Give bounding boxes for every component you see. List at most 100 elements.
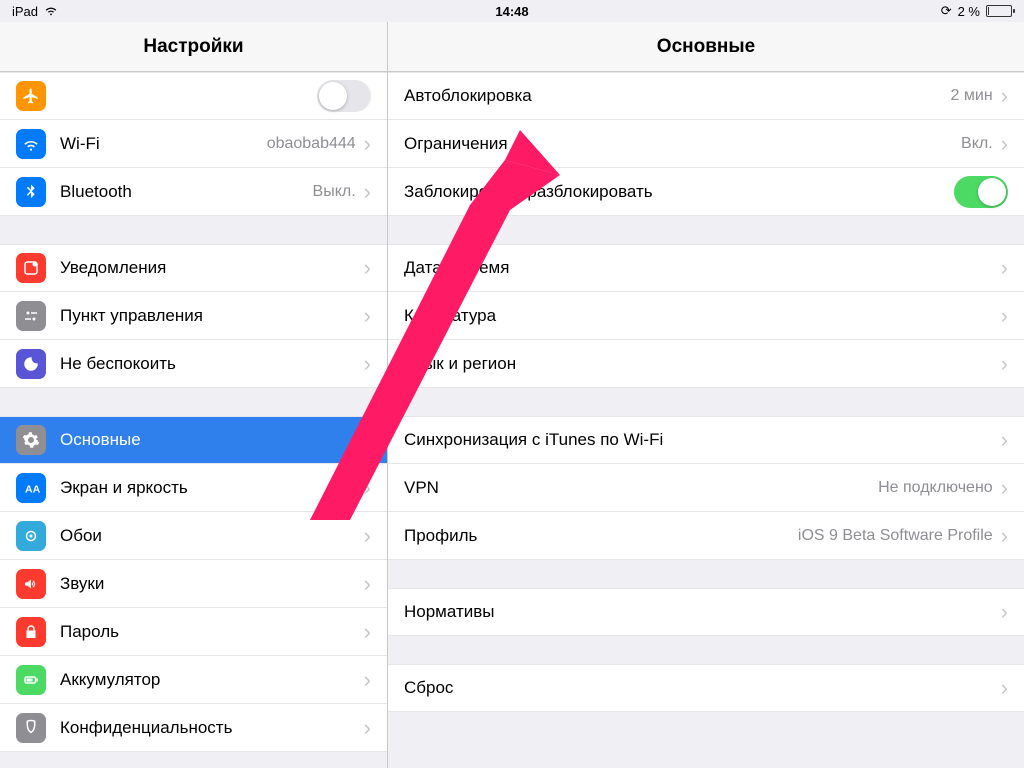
sidebar-item-label: Экран и яркость (60, 478, 364, 498)
sidebar-item-airplane[interactable] (0, 72, 387, 120)
notifications-icon (16, 253, 46, 283)
sidebar-item-bluetooth[interactable]: BluetoothВыкл. › (0, 168, 387, 216)
detail-item-label: Язык и регион (404, 354, 1001, 374)
sidebar-item-general[interactable]: Основные› (0, 416, 387, 464)
controlcenter-icon (16, 301, 46, 331)
detail-item-langregion[interactable]: Язык и регион› (388, 340, 1024, 388)
detail-item-label: VPN (404, 478, 878, 498)
detail-item-label: Автоблокировка (404, 86, 951, 106)
detail-item-label: Клавиатура (404, 306, 1001, 326)
detail-item-datetime[interactable]: Дата и время› (388, 244, 1024, 292)
orientation-lock-icon: ⟳ (941, 3, 952, 19)
detail-item-label: Ограничения (404, 134, 961, 154)
toggle-airplane[interactable] (317, 80, 371, 112)
detail-item-reset[interactable]: Сброс› (388, 664, 1024, 712)
detail-item-value: Вкл. (961, 135, 993, 153)
chevron-right-icon: › (364, 621, 371, 643)
wallpaper-icon (16, 521, 46, 551)
detail-item-autolock[interactable]: Автоблокировка2 мин › (388, 72, 1024, 120)
detail-item-label: Синхронизация с iTunes по Wi-Fi (404, 430, 1001, 450)
sidebar-title: Настройки (0, 22, 387, 72)
sidebar-item-label: Пункт управления (60, 306, 364, 326)
chevron-right-icon: › (364, 305, 371, 327)
toggle-lockunlock[interactable] (954, 176, 1008, 208)
sidebar-item-controlcenter[interactable]: Пункт управления› (0, 292, 387, 340)
chevron-right-icon: › (1001, 677, 1008, 699)
status-device-name: iPad (12, 4, 38, 19)
wifi-icon (16, 129, 46, 159)
chevron-right-icon: › (1001, 257, 1008, 279)
chevron-right-icon: › (364, 717, 371, 739)
sidebar-item-label: Основные (60, 430, 364, 450)
chevron-right-icon: › (364, 669, 371, 691)
chevron-right-icon: › (1001, 477, 1008, 499)
detail-item-lockunlock[interactable]: Заблокировать/разблокировать (388, 168, 1024, 216)
detail-list[interactable]: Автоблокировка2 мин › ОграниченияВкл. › Забл… (388, 72, 1024, 768)
detail-item-value: 2 мин (951, 87, 993, 105)
chevron-right-icon: › (364, 181, 371, 203)
sidebar-item-privacy[interactable]: Конфиденциальность› (0, 704, 387, 752)
svg-text:AA: AA (25, 483, 40, 495)
detail-item-restrictions[interactable]: ОграниченияВкл. › (388, 120, 1024, 168)
chevron-right-icon: › (1001, 133, 1008, 155)
chevron-right-icon: › (364, 133, 371, 155)
settings-sidebar: Настройки Wi-Fiobaobab444›BluetoothВыкл.… (0, 22, 388, 768)
sidebar-item-label: Обои (60, 526, 364, 546)
sidebar-item-display[interactable]: AAЭкран и яркость› (0, 464, 387, 512)
detail-pane: Основные Автоблокировка2 мин›Ограничения… (388, 22, 1024, 768)
sidebar-item-label: Аккумулятор (60, 670, 364, 690)
sidebar-item-label: Wi-Fi (60, 134, 267, 154)
sidebar-item-notifications[interactable]: Уведомления› (0, 244, 387, 292)
chevron-right-icon: › (1001, 353, 1008, 375)
battery-status-icon (986, 5, 1012, 17)
detail-item-profile[interactable]: ПрофильiOS 9 Beta Software Profile › (388, 512, 1024, 560)
chevron-right-icon: › (1001, 429, 1008, 451)
detail-item-label: Сброс (404, 678, 1001, 698)
sidebar-list[interactable]: Wi-Fiobaobab444›BluetoothВыкл.›Уведомлен… (0, 72, 387, 768)
detail-item-value: Не подключено (878, 479, 993, 497)
sidebar-item-label: Не беспокоить (60, 354, 364, 374)
detail-item-value: iOS 9 Beta Software Profile (798, 527, 993, 545)
sidebar-item-value: Выкл. (313, 183, 356, 201)
passcode-icon (16, 617, 46, 647)
detail-item-itunessync[interactable]: Синхронизация с iTunes по Wi-Fi› (388, 416, 1024, 464)
sidebar-item-sounds[interactable]: Звуки› (0, 560, 387, 608)
chevron-right-icon: › (364, 573, 371, 595)
battery-icon (16, 665, 46, 695)
gear-icon (16, 425, 46, 455)
detail-item-label: Заблокировать/разблокировать (404, 182, 954, 202)
dnd-icon (16, 349, 46, 379)
chevron-right-icon: › (1001, 525, 1008, 547)
chevron-right-icon: › (1001, 305, 1008, 327)
sidebar-item-value: obaobab444 (267, 135, 356, 153)
chevron-right-icon: › (364, 257, 371, 279)
sidebar-item-label: Уведомления (60, 258, 364, 278)
detail-item-keyboard[interactable]: Клавиатура› (388, 292, 1024, 340)
detail-item-regulatory[interactable]: Нормативы› (388, 588, 1024, 636)
battery-percent: 2 % (958, 4, 980, 19)
display-icon: AA (16, 473, 46, 503)
wifi-status-icon (44, 3, 58, 20)
chevron-right-icon: › (364, 525, 371, 547)
detail-item-label: Дата и время (404, 258, 1001, 278)
detail-title: Основные (388, 22, 1024, 72)
sidebar-item-wallpaper[interactable]: Обои› (0, 512, 387, 560)
detail-item-label: Профиль (404, 526, 798, 546)
sounds-icon (16, 569, 46, 599)
chevron-right-icon: › (364, 353, 371, 375)
chevron-right-icon: › (364, 429, 371, 451)
sidebar-item-battery[interactable]: Аккумулятор› (0, 656, 387, 704)
detail-item-label: Нормативы (404, 602, 1001, 622)
sidebar-item-label: Пароль (60, 622, 364, 642)
detail-item-vpn[interactable]: VPNНе подключено › (388, 464, 1024, 512)
chevron-right-icon: › (1001, 85, 1008, 107)
privacy-icon (16, 713, 46, 743)
sidebar-item-dnd[interactable]: Не беспокоить› (0, 340, 387, 388)
sidebar-item-wifi[interactable]: Wi-Fiobaobab444 › (0, 120, 387, 168)
status-bar: iPad 14:48 ⟳ 2 % (0, 0, 1024, 22)
chevron-right-icon: › (1001, 601, 1008, 623)
airplane-icon (16, 81, 46, 111)
sidebar-item-passcode[interactable]: Пароль› (0, 608, 387, 656)
sidebar-item-label: Звуки (60, 574, 364, 594)
sidebar-item-label: Bluetooth (60, 182, 313, 202)
